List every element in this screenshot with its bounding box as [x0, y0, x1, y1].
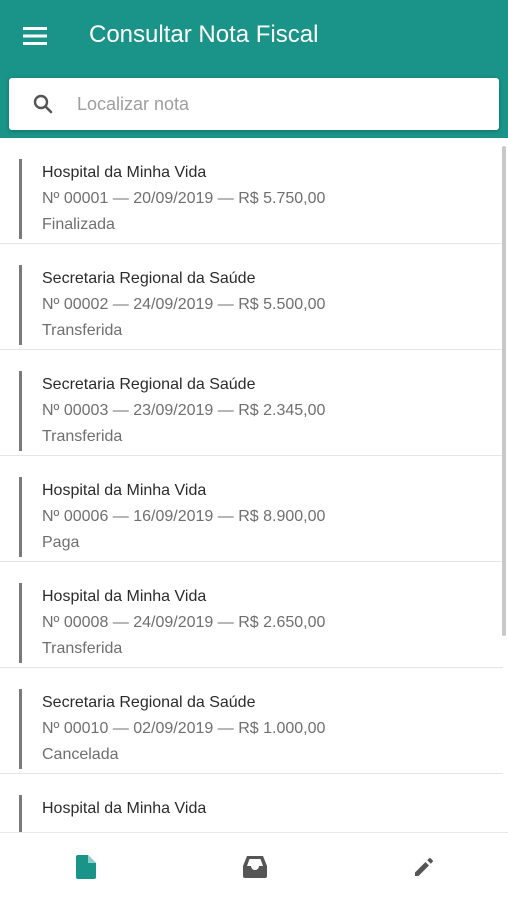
list-item[interactable]: Hospital da Minha Vida: [0, 774, 503, 832]
item-name: Secretaria Regional da Saúde: [42, 270, 256, 287]
notes-list: Hospital da Minha Vida Nº 00001 — 20/09/…: [0, 138, 508, 832]
item-detail: Nº 00001 — 20/09/2019 — R$ 5.750,00: [42, 190, 326, 207]
menu-icon: [23, 27, 47, 45]
item-name: Secretaria Regional da Saúde: [42, 376, 256, 393]
item-detail: Nº 00003 — 23/09/2019 — R$ 2.345,00: [42, 402, 326, 419]
document-icon: [76, 855, 96, 879]
bottom-nav: [0, 832, 508, 901]
list-item[interactable]: Hospital da Minha Vida Nº 00006 — 16/09/…: [0, 456, 503, 562]
item-name: Secretaria Regional da Saúde: [42, 694, 256, 711]
scrollbar[interactable]: [502, 146, 506, 636]
nav-edit-button[interactable]: [408, 851, 440, 883]
page-title: Consultar Nota Fiscal: [89, 21, 319, 48]
list-item[interactable]: Secretaria Regional da Saúde Nº 00002 — …: [0, 244, 503, 350]
item-name: Hospital da Minha Vida: [42, 588, 207, 605]
item-status: Transferida: [42, 428, 123, 445]
item-status: Transferida: [42, 322, 123, 339]
item-status: Cancelada: [42, 746, 119, 763]
search-bar: [9, 78, 499, 130]
item-status: Paga: [42, 534, 80, 551]
item-detail: Nº 00008 — 24/09/2019 — R$ 2.650,00: [42, 614, 326, 631]
item-detail: Nº 00010 — 02/09/2019 — R$ 1.000,00: [42, 720, 326, 737]
item-status: Finalizada: [42, 216, 115, 233]
app-bar: Consultar Nota Fiscal: [0, 0, 508, 138]
nav-inbox-button[interactable]: [239, 851, 271, 883]
list-item[interactable]: Hospital da Minha Vida Nº 00008 — 24/09/…: [0, 562, 503, 668]
search-icon: [33, 94, 53, 114]
item-status: Transferida: [42, 640, 123, 657]
item-accent-bar: [19, 583, 22, 663]
nav-notes-button[interactable]: [70, 851, 102, 883]
item-accent-bar: [19, 689, 22, 769]
item-accent-bar: [19, 371, 22, 451]
item-detail: Nº 00002 — 24/09/2019 — R$ 5.500,00: [42, 296, 326, 313]
pencil-icon: [415, 858, 433, 876]
item-accent-bar: [19, 477, 22, 557]
search-input[interactable]: [75, 88, 487, 120]
menu-button[interactable]: [22, 23, 48, 49]
item-accent-bar: [19, 159, 22, 239]
item-name: Hospital da Minha Vida: [42, 800, 207, 817]
item-accent-bar: [19, 265, 22, 345]
list-item[interactable]: Hospital da Minha Vida Nº 00001 — 20/09/…: [0, 138, 503, 244]
item-name: Hospital da Minha Vida: [42, 482, 207, 499]
inbox-icon: [243, 856, 267, 878]
list-item[interactable]: Secretaria Regional da Saúde Nº 00010 — …: [0, 668, 503, 774]
list-item[interactable]: Secretaria Regional da Saúde Nº 00003 — …: [0, 350, 503, 456]
item-accent-bar: [19, 795, 22, 832]
item-name: Hospital da Minha Vida: [42, 164, 207, 181]
item-detail: Nº 00006 — 16/09/2019 — R$ 8.900,00: [42, 508, 326, 525]
